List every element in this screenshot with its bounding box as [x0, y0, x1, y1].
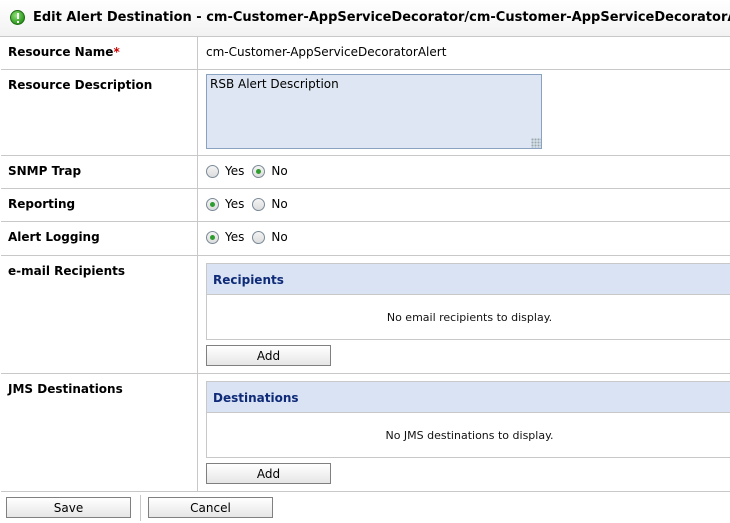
alert-logging-yes-radio[interactable] [206, 230, 219, 244]
page-title: Edit Alert Destination - cm-Customer-App… [33, 10, 730, 25]
resource-name-value: cm-Customer-AppServiceDecoratorAlert [206, 45, 447, 59]
jms-destinations-label: JMS Destinations [1, 374, 198, 491]
reporting-yes-radio[interactable] [206, 197, 219, 211]
reporting-label: Reporting [1, 189, 198, 221]
resource-description-label: Resource Description [1, 70, 198, 155]
snmp-trap-label: SNMP Trap [1, 156, 198, 188]
alert-green-icon [10, 10, 25, 25]
footer-divider [140, 495, 141, 521]
cancel-button[interactable]: Cancel [148, 497, 273, 518]
recipients-panel: Recipients No email recipients to displa… [206, 263, 730, 340]
alert-logging-no-label: No [271, 230, 288, 244]
resize-grip-icon[interactable] [531, 138, 541, 148]
snmp-trap-no-label: No [271, 164, 288, 178]
reporting-no-radio[interactable] [252, 197, 266, 211]
resource-description-textarea[interactable]: RSB Alert Description [206, 74, 542, 149]
resource-name-row: Resource Name* cm-Customer-AppServiceDec… [1, 37, 730, 70]
snmp-trap-yes-radio[interactable] [206, 164, 219, 178]
destinations-panel: Destinations No JMS destinations to disp… [206, 381, 730, 458]
reporting-row: Reporting Yes No [1, 189, 730, 222]
alert-logging-no-radio[interactable] [252, 230, 266, 244]
save-button[interactable]: Save [6, 497, 131, 518]
reporting-no-label: No [271, 197, 288, 211]
alert-logging-label: Alert Logging [1, 222, 198, 255]
recipients-panel-title: Recipients [207, 264, 730, 295]
resource-name-label: Resource Name* [1, 37, 198, 69]
alert-logging-row: Alert Logging Yes No [1, 222, 730, 256]
recipients-empty-message: No email recipients to display. [386, 311, 553, 324]
alert-logging-yes-label: Yes [225, 230, 245, 244]
snmp-trap-radio-group: Yes No [206, 164, 296, 178]
destinations-panel-title: Destinations [207, 382, 730, 413]
add-recipient-button[interactable]: Add [206, 345, 331, 366]
page-header: Edit Alert Destination - cm-Customer-App… [0, 0, 730, 37]
reporting-yes-label: Yes [225, 197, 245, 211]
snmp-trap-yes-label: Yes [225, 164, 245, 178]
destinations-empty-message: No JMS destinations to display. [385, 429, 554, 442]
required-mark: * [113, 45, 120, 59]
add-destination-button[interactable]: Add [206, 463, 331, 484]
snmp-trap-row: SNMP Trap Yes No [1, 156, 730, 189]
reporting-radio-group: Yes No [206, 197, 296, 211]
jms-destinations-row: JMS Destinations Destinations No JMS des… [1, 374, 730, 492]
email-recipients-label: e-mail Recipients [1, 256, 198, 373]
snmp-trap-no-radio[interactable] [252, 164, 266, 178]
resource-description-row: Resource Description RSB Alert Descripti… [1, 70, 730, 156]
alert-logging-radio-group: Yes No [206, 230, 296, 244]
email-recipients-row: e-mail Recipients Recipients No email re… [1, 256, 730, 374]
